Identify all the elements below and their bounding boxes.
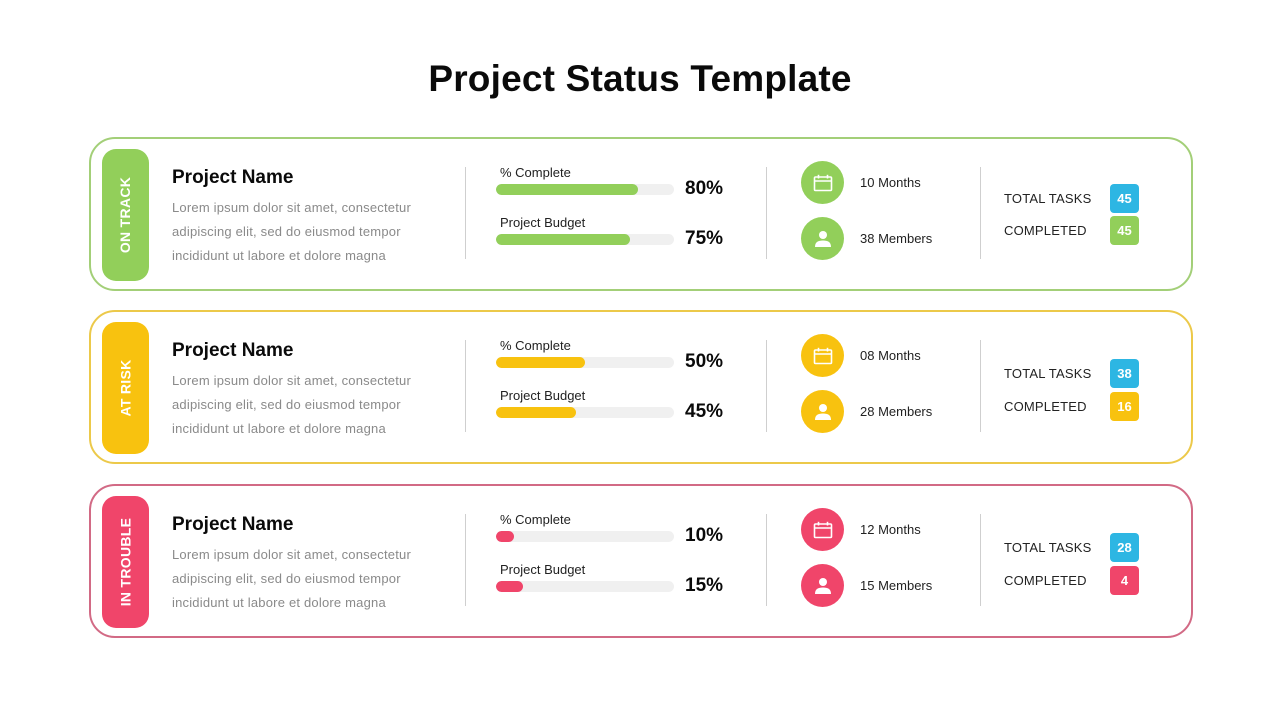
project-name: Project Name [172,340,294,361]
total-tasks-label: TOTAL TASKS [1004,365,1092,381]
status-badge: AT RISK [102,322,149,454]
divider [465,167,466,259]
status-label: ON TRACK [117,176,134,254]
completed-row: COMPLETED 4 [1004,565,1144,595]
metric-complete: % Complete 10% [496,512,736,546]
total-tasks-count: 38 [1110,358,1139,388]
project-description: Lorem ipsum dolor sit amet, consectetur … [172,547,412,610]
members-info: 15 Members [801,564,932,607]
divider [980,167,981,259]
metric-budget: Project Budget 45% [496,388,736,422]
progress-track [496,357,674,368]
divider [465,514,466,606]
page-title: Project Status Template [428,58,852,99]
duration-text: 10 Months [860,175,921,190]
divider [980,340,981,432]
total-tasks-row: TOTAL TASKS 28 [1004,532,1144,562]
divider [980,514,981,606]
status-label: AT RISK [117,359,134,417]
progress-track [496,581,674,592]
duration-info: 08 Months [801,334,921,377]
user-icon [801,390,844,433]
metric-value: 10% [685,525,724,546]
project-card-in-trouble: IN TROUBLE Project Name Lorem ipsum dolo… [89,484,1193,638]
status-badge: ON TRACK [102,149,149,281]
metric-value: 15% [685,575,724,596]
completed-label: COMPLETED [1004,222,1087,238]
progress-track [496,407,674,418]
calendar-icon [801,334,844,377]
members-text: 38 Members [860,231,933,246]
divider [465,340,466,432]
user-icon [801,564,844,607]
project-name: Project Name [172,167,294,188]
metric-complete: % Complete 80% [496,165,736,199]
calendar-icon [801,508,844,551]
completed-row: COMPLETED 45 [1004,215,1144,245]
metric-value: 75% [685,228,724,249]
duration-info: 10 Months [801,161,921,204]
duration-info: 12 Months [801,508,921,551]
calendar-icon [801,161,844,204]
completed-row: COMPLETED 16 [1004,391,1144,421]
members-text: 28 Members [860,404,933,419]
project-description: Lorem ipsum dolor sit amet, consectetur … [172,200,412,263]
members-info: 28 Members [801,390,932,433]
divider [766,167,767,259]
project-card-at-risk: AT RISK Project Name Lorem ipsum dolor s… [89,310,1193,464]
completed-count: 4 [1110,565,1139,595]
user-icon [801,217,844,260]
metric-value: 45% [685,401,724,422]
project-name: Project Name [172,514,294,535]
divider [766,340,767,432]
project-description: Lorem ipsum dolor sit amet, consectetur … [172,373,412,436]
total-tasks-row: TOTAL TASKS 38 [1004,358,1144,388]
metric-budget: Project Budget 15% [496,562,736,596]
progress-fill [496,531,514,542]
progress-track [496,234,674,245]
metric-complete: % Complete 50% [496,338,736,372]
metric-value: 50% [685,351,724,372]
completed-count: 16 [1110,391,1139,421]
completed-label: COMPLETED [1004,398,1087,414]
total-tasks-label: TOTAL TASKS [1004,539,1092,555]
metric-budget: Project Budget 75% [496,215,736,249]
members-info: 38 Members [801,217,932,260]
total-tasks-row: TOTAL TASKS 45 [1004,183,1144,213]
progress-fill [496,407,577,418]
progress-fill [496,581,523,592]
status-label: IN TROUBLE [117,517,134,607]
metric-value: 80% [685,178,724,199]
total-tasks-label: TOTAL TASKS [1004,190,1092,206]
completed-label: COMPLETED [1004,572,1087,588]
duration-text: 12 Months [860,522,921,537]
completed-count: 45 [1110,215,1139,245]
progress-fill [496,184,639,195]
members-text: 15 Members [860,578,933,593]
progress-track [496,531,674,542]
total-tasks-count: 45 [1110,183,1139,213]
progress-track [496,184,674,195]
divider [766,514,767,606]
duration-text: 08 Months [860,348,921,363]
project-card-on-track: ON TRACK Project Name Lorem ipsum dolor … [89,137,1193,291]
total-tasks-count: 28 [1110,532,1139,562]
progress-fill [496,357,585,368]
status-badge: IN TROUBLE [102,496,149,628]
progress-fill [496,234,630,245]
